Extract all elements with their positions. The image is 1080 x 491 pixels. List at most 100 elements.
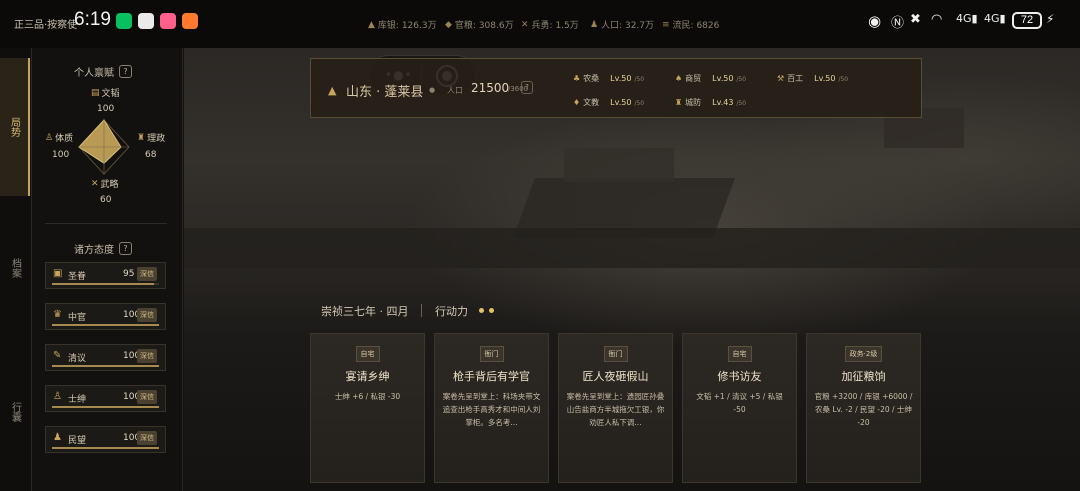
card-title: 枪手背后有学官 — [453, 370, 530, 383]
card-desc: 案卷先呈到堂上：遗园匠孙叠山告盐商方半城拖欠工银，你劝匠人私下调... — [566, 392, 665, 427]
faction-row[interactable]: ✎ 清议 100 深信 — [45, 344, 166, 371]
card-tag: 衙门 — [479, 346, 504, 362]
action-point-dot — [479, 308, 484, 313]
nav-situation[interactable]: 局势 — [0, 58, 30, 196]
stat-craft: ⚒ 百工 Lv.50/50 — [777, 74, 849, 83]
faction-bar-fill — [52, 365, 159, 367]
soldier-resource: ✕ 兵勇: 1.5万 — [521, 19, 579, 32]
app-icon — [160, 13, 176, 29]
nav-bag[interactable]: 行囊 — [0, 382, 30, 442]
faction-value: 95 — [123, 269, 135, 279]
faction-bar-fill — [52, 447, 159, 449]
faction-bar — [52, 324, 159, 326]
attr-wu-label: ✕ 武略 — [91, 178, 119, 191]
attr-ti-label: ♙ 体质 — [45, 132, 74, 145]
craft-icon: ⚒ — [777, 74, 785, 83]
action-points-label: 行动力 — [435, 305, 468, 318]
action-card[interactable]: 自宅 宴请乡绅 士绅 +6 / 私银 -30 — [310, 333, 425, 483]
location-name: 山东 · 蓬莱县 — [346, 85, 424, 100]
stat-farm: ♣ 农桑 Lv.50/50 — [573, 74, 645, 83]
panel-divider — [45, 223, 167, 224]
faction-name: 圣眷 — [68, 272, 87, 282]
attr-wu-value: 60 — [100, 195, 112, 205]
clock: 6:19 — [74, 9, 111, 30]
status-bar: 正三品·按察使 6:19 ▲ 库银: 126.3万 ◆ 官粮: 308.6万 ✕ 兵勇… — [0, 0, 1080, 48]
faction-bar-fill — [52, 406, 159, 408]
farm-icon: ♣ — [573, 74, 581, 83]
card-desc: 文韬 +1 / 清议 +5 / 私银 -50 — [696, 392, 783, 414]
attr-wen-value: 100 — [97, 104, 115, 114]
faction-badge: 深信 — [137, 431, 157, 445]
stat-trade: ♠ 商贸 Lv.50/50 — [675, 74, 747, 83]
eye-icon: ◉ — [868, 12, 882, 30]
card-title: 匠人夜砸假山 — [582, 370, 649, 383]
attribute-radar — [78, 119, 130, 175]
refugee-icon: ≡ — [662, 19, 670, 30]
qq-icon — [138, 13, 154, 29]
education-icon: ♦ — [573, 98, 581, 107]
attr-wen-label: ▤ 文韬 — [91, 87, 120, 100]
faction-name: 清议 — [68, 354, 87, 364]
trade-icon: ♠ — [675, 74, 683, 83]
personal-help-button[interactable]: ? — [119, 65, 132, 78]
faction-badge: 深信 — [137, 308, 157, 322]
attr-ti-value: 100 — [52, 150, 70, 160]
nav-archive[interactable]: 档案 — [0, 238, 30, 298]
battery-indicator: 72 — [1012, 12, 1042, 29]
stat-education: ♦ 文教 Lv.50/50 — [573, 98, 645, 107]
action-card[interactable]: 衙门 匠人夜砸假山 案卷先呈到堂上：遗园匠孙叠山告盐商方半城拖欠工银，你劝匠人私… — [558, 333, 673, 483]
stats-panel: 个人禀赋? ▤ 文韬 100 ♙ 体质 100 ♜ 理政 68 ✕ 武略 60 诸方态度… — [33, 48, 183, 491]
tower-roof — [564, 148, 674, 182]
treasury-icon: ▲ — [368, 19, 375, 30]
faction-row[interactable]: ▣ 圣眷 95 深信 — [45, 262, 166, 289]
card-desc: 官粮 +3200 / 库银 +6000 / 农桑 Lv. -2 / 民望 -20… — [814, 392, 913, 427]
populace-icon: ♟ — [53, 432, 62, 443]
faction-bar-fill — [52, 283, 154, 285]
turn-date: 崇祯三七年 · 四月 — [321, 305, 409, 318]
signal-icon: 4G▮ — [956, 12, 978, 25]
card-title: 修书访友 — [717, 370, 762, 383]
personal-title: 个人禀赋? — [74, 64, 132, 79]
stat-defense: ♜ 城防 Lv.43/50 — [675, 98, 747, 107]
card-title: 宴请乡绅 — [345, 370, 390, 383]
radar-shape — [78, 119, 122, 164]
card-title: 加征粮饷 — [841, 370, 886, 383]
action-card[interactable]: 政务·2级 加征粮饷 官粮 +3200 / 库银 +6000 / 农桑 Lv. … — [806, 333, 921, 483]
card-tag: 政务·2级 — [844, 346, 883, 362]
county-icon: ▲ — [328, 84, 337, 97]
scholar-icon: ✎ — [53, 350, 62, 361]
book-icon: ▤ — [91, 87, 100, 98]
faction-bar — [52, 283, 159, 285]
faction-row[interactable]: ♛ 中官 100 深信 — [45, 303, 166, 330]
official-icon: ♛ — [53, 309, 62, 320]
app2-icon — [182, 13, 198, 29]
faction-row[interactable]: ♙ 士绅 100 深信 — [45, 385, 166, 412]
emperor-icon: ▣ — [53, 268, 63, 279]
faction-name: 民望 — [68, 436, 87, 446]
attr-zheng-value: 68 — [145, 150, 157, 160]
card-desc: 案卷先呈到堂上：科场夹带文追查出枪手高秀才和中间人刘掌柜。多名考... — [442, 392, 541, 427]
card-tag: 自宅 — [355, 346, 380, 362]
population-resource: ♟ 人口: 32.7万 — [590, 19, 655, 32]
location-help-button[interactable]: ? — [521, 81, 533, 94]
population-label: 人口 — [447, 86, 463, 95]
factions-help-button[interactable]: ? — [119, 242, 132, 255]
card-desc: 士绅 +6 / 私银 -30 — [334, 392, 401, 401]
charging-icon: ⚡ — [1046, 12, 1055, 26]
soldier-icon: ✕ — [521, 19, 529, 30]
faction-row[interactable]: ♟ 民望 100 深信 — [45, 426, 166, 453]
signal2-icon: 4G▮ — [984, 12, 1006, 25]
refugee-resource: ≡ 流民: 6826 — [662, 19, 720, 32]
nfc-icon: Ⓝ — [891, 16, 905, 31]
faction-badge: 深信 — [137, 349, 157, 363]
action-point-dot — [489, 308, 494, 313]
action-card[interactable]: 衙门 枪手背后有学官 案卷先呈到堂上：科场夹带文追查出枪手高秀才和中间人刘掌柜。… — [434, 333, 549, 483]
faction-bar — [52, 406, 159, 408]
left-nav: 局势 档案 行囊 — [0, 48, 32, 491]
faction-badge: 深信 — [137, 390, 157, 404]
card-tag: 衙门 — [603, 346, 628, 362]
defense-icon: ♜ — [675, 98, 683, 107]
action-card[interactable]: 自宅 修书访友 文韬 +1 / 清议 +5 / 私银 -50 — [682, 333, 797, 483]
sword-icon: ✕ — [91, 178, 99, 189]
wifi-icon: ◠ — [931, 12, 943, 27]
